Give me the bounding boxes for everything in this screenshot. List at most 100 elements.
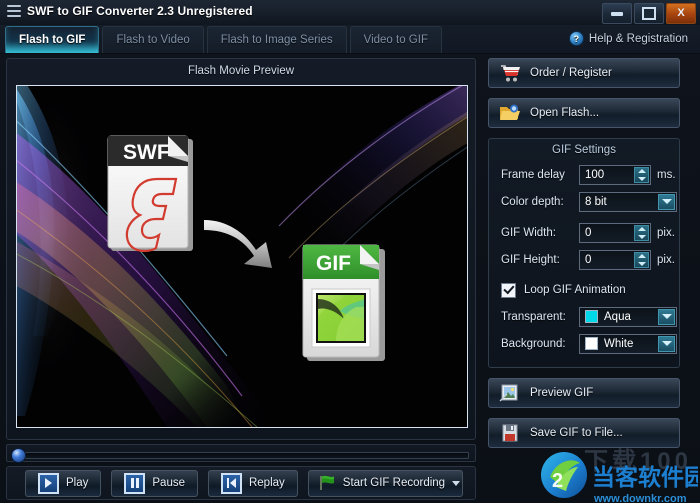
svg-text:2: 2 <box>552 470 563 492</box>
gif-width-value: 0 <box>580 227 591 239</box>
svg-text:当客软件园: 当客软件园 <box>592 464 698 491</box>
preview-panel: Flash Movie Preview <box>6 58 476 440</box>
transparent-row: Transparent: Aqua <box>489 303 679 330</box>
minimize-icon <box>611 12 623 16</box>
window-controls: X <box>602 3 696 24</box>
save-gif-to-file-button[interactable]: Save GIF to File... <box>488 418 680 448</box>
gif-width-arrows[interactable] <box>634 225 649 241</box>
transparent-color-swatch <box>585 310 598 323</box>
play-button[interactable]: Play <box>25 470 101 497</box>
gif-height-value: 0 <box>580 254 591 266</box>
tab-video-to-gif[interactable]: Video to GIF <box>350 26 442 53</box>
color-depth-select[interactable]: 8 bit <box>579 192 677 212</box>
gif-width-row: GIF Width: 0 pix. <box>489 219 679 246</box>
tab-flash-to-gif[interactable]: Flash to GIF <box>5 26 99 53</box>
transport-bar: Play Pause Replay Start GIF Recording <box>6 466 476 500</box>
flash-movie-stage[interactable]: SWF <box>16 85 468 428</box>
replay-icon <box>221 473 242 494</box>
tab-flash-to-image-series[interactable]: Flash to Image Series <box>207 26 347 53</box>
chevron-down-icon[interactable] <box>658 309 675 325</box>
slider-thumb[interactable] <box>11 448 26 463</box>
tab-label: Flash to Video <box>116 34 189 46</box>
order-register-button[interactable]: Order / Register <box>488 58 680 88</box>
frame-delay-label: Frame delay <box>501 169 573 181</box>
question-mark-icon: ? <box>569 31 584 46</box>
gif-settings-group: GIF Settings Frame delay 100 ms. Color d… <box>488 138 680 368</box>
gif-width-unit: pix. <box>657 227 675 239</box>
maximize-icon <box>642 7 656 20</box>
pause-button[interactable]: Pause <box>111 470 198 497</box>
pause-icon <box>124 473 145 494</box>
right-panel: Order / Register Open Flash... GIF Setti… <box>484 58 694 458</box>
color-depth-row: Color depth: 8 bit <box>489 188 679 215</box>
background-color-select[interactable]: White <box>579 334 677 354</box>
play-icon <box>38 473 59 494</box>
window-title: SWF to GIF Converter 2.3 Unregistered <box>27 4 253 18</box>
background-label: Background: <box>501 338 573 350</box>
gif-settings-title: GIF Settings <box>489 144 679 156</box>
color-depth-value: 8 bit <box>585 196 607 208</box>
chevron-down-icon[interactable] <box>658 336 675 352</box>
green-flag-icon <box>318 475 336 491</box>
save-disk-icon <box>499 423 521 443</box>
tab-label: Flash to GIF <box>19 34 85 46</box>
title-bar: SWF to GIF Converter 2.3 Unregistered X <box>0 0 700 26</box>
help-label: Help & Registration <box>589 33 688 45</box>
slider-track[interactable] <box>25 452 469 459</box>
frame-delay-arrows[interactable] <box>634 167 649 183</box>
minimize-button[interactable] <box>602 3 632 24</box>
chevron-down-icon[interactable] <box>452 481 460 486</box>
picture-icon <box>499 383 521 403</box>
transparent-color-value: Aqua <box>604 311 631 323</box>
play-label: Play <box>66 477 88 489</box>
frame-delay-row: Frame delay 100 ms. <box>489 161 679 188</box>
gif-height-row: GIF Height: 0 pix. <box>489 246 679 273</box>
chevron-down-icon[interactable] <box>658 194 675 210</box>
start-gif-recording-button[interactable]: Start GIF Recording <box>308 470 463 497</box>
save-gif-label: Save GIF to File... <box>530 427 623 439</box>
frame-delay-stepper[interactable]: 100 <box>579 165 651 185</box>
close-icon: X <box>677 8 684 19</box>
gif-height-arrows[interactable] <box>634 252 649 268</box>
playback-slider[interactable] <box>6 444 476 462</box>
svg-text:www.downkr.com: www.downkr.com <box>593 493 687 503</box>
shopping-cart-icon <box>499 63 521 83</box>
open-flash-label: Open Flash... <box>530 107 599 119</box>
preview-gif-label: Preview GIF <box>530 387 593 399</box>
tab-label: Flash to Image Series <box>221 34 333 46</box>
transparent-color-select[interactable]: Aqua <box>579 307 677 327</box>
gif-width-stepper[interactable]: 0 <box>579 223 651 243</box>
background-row: Background: White <box>489 330 679 357</box>
gif-height-unit: pix. <box>657 254 675 266</box>
help-and-registration-button[interactable]: ? Help & Registration <box>565 29 692 48</box>
svg-text:SWF: SWF <box>123 141 170 164</box>
replay-button[interactable]: Replay <box>208 470 298 497</box>
hamburger-icon[interactable] <box>7 5 21 19</box>
close-button[interactable]: X <box>666 3 696 24</box>
swf-file-icon: SWF <box>105 131 201 259</box>
tab-label: Video to GIF <box>364 34 428 46</box>
color-depth-label: Color depth: <box>501 196 573 208</box>
frame-delay-unit: ms. <box>657 169 676 181</box>
background-color-swatch <box>585 337 598 350</box>
maximize-button[interactable] <box>634 3 664 24</box>
background-color-value: White <box>604 338 633 350</box>
frame-delay-value: 100 <box>580 169 604 181</box>
transparent-label: Transparent: <box>501 311 573 323</box>
conversion-arrow-icon <box>202 216 288 272</box>
gif-file-icon: GIF <box>300 241 392 369</box>
tab-bar: Flash to GIF Flash to Video Flash to Ima… <box>0 25 700 54</box>
record-label: Start GIF Recording <box>343 477 445 489</box>
tab-flash-to-video[interactable]: Flash to Video <box>102 26 203 53</box>
pause-label: Pause <box>152 477 185 489</box>
gif-height-label: GIF Height: <box>501 254 573 266</box>
preview-gif-button[interactable]: Preview GIF <box>488 378 680 408</box>
replay-label: Replay <box>249 477 285 489</box>
open-flash-button[interactable]: Open Flash... <box>488 98 680 128</box>
loop-gif-animation-checkbox[interactable]: Loop GIF Animation <box>489 277 679 303</box>
open-folder-icon <box>499 103 521 123</box>
checkbox-checked-icon <box>501 283 516 298</box>
gif-height-stepper[interactable]: 0 <box>579 250 651 270</box>
order-register-label: Order / Register <box>530 67 612 79</box>
svg-text:GIF: GIF <box>316 252 351 275</box>
